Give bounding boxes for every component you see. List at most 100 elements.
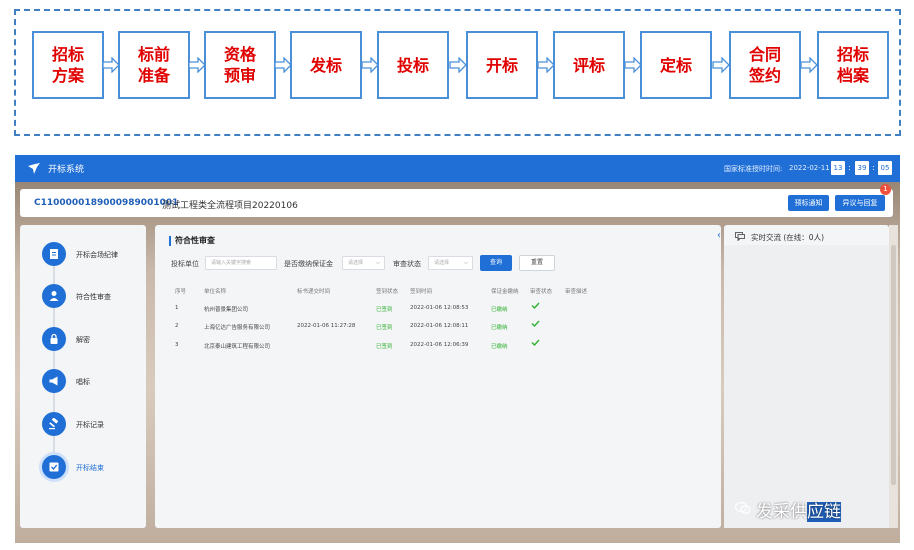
table-header: 审查描述 <box>565 289 588 295</box>
unit-search-input[interactable]: 请输入关键字搜索 <box>205 256 277 270</box>
clock-date: 2022-02-11 <box>789 164 830 172</box>
sidebar-item[interactable]: 开标记录 <box>20 410 146 440</box>
sidebar-item[interactable]: 唱标 <box>20 367 146 397</box>
gavel-icon <box>42 412 66 436</box>
sidebar-item-label: 开标结束 <box>76 464 104 472</box>
flow-step: 招标 档案 <box>817 31 889 99</box>
table-cell: 2022-01-06 12:06:39 <box>410 342 469 348</box>
table-header: 保证金缴纳 <box>491 289 519 295</box>
chat-title: 实时交流 (在线：0人) <box>751 233 825 242</box>
watermark: 发采供应链 <box>729 495 885 522</box>
objection-reply-button[interactable]: 异议与回复 <box>835 195 885 211</box>
bid-opening-app: 开标系统 国家标准授时时间: 2022-02-11 13 : 39 : 05 C… <box>15 155 900 543</box>
wechat-logo-icon <box>735 501 751 514</box>
table-cell: 已签到 <box>376 307 393 313</box>
flow-step: 发标 <box>290 31 362 99</box>
chat-bubble-icon <box>735 232 745 241</box>
person-icon <box>42 284 66 308</box>
table-header: 签到状态 <box>376 289 399 295</box>
watermark-text: 发采供应链 <box>756 497 841 522</box>
flow-step: 开标 <box>466 31 538 99</box>
scrollbar-thumb[interactable] <box>891 245 896 485</box>
deposit-filter-label: 是否缴纳保证金 <box>284 260 333 268</box>
compliance-review-panel: 符合性审查 投标单位 请输入关键字搜索 是否缴纳保证金 请选择 ⌵ 审查状态 请… <box>155 225 721 528</box>
checkbox-icon <box>42 455 66 479</box>
flow-arrow-icon <box>360 57 379 73</box>
flow-step: 定标 <box>640 31 712 99</box>
sidebar-item-label: 符合性审查 <box>76 293 111 301</box>
table-cell: 3 <box>175 342 179 348</box>
table-header: 标书递交时间 <box>297 289 331 295</box>
table-cell: 1 <box>175 305 179 311</box>
table-cell: 2022-01-06 12:08:53 <box>410 305 469 311</box>
watermark-highlight: 应链 <box>807 502 841 522</box>
table-header: 审查状态 <box>530 289 553 295</box>
flow-arrow-icon <box>536 57 555 73</box>
status-filter-label: 审查状态 <box>393 260 421 268</box>
bird-logo-icon <box>28 163 40 174</box>
project-name: 测试工程类全流程项目20220106 <box>162 201 298 211</box>
app-title: 开标系统 <box>48 165 85 175</box>
query-button[interactable]: 查询 <box>480 255 512 271</box>
table-cell: 已缴纳 <box>491 307 508 313</box>
top-bar: 开标系统 国家标准授时时间: 2022-02-11 13 : 39 : 05 <box>15 155 900 182</box>
flow-arrow-icon <box>623 57 642 73</box>
clock-minute: 39 <box>855 161 869 175</box>
notification-badge: 1 <box>880 184 891 195</box>
flow-arrow-icon <box>711 57 730 73</box>
clock-separator: : <box>848 163 851 172</box>
table-cell: 已缴纳 <box>491 344 508 350</box>
sidebar-item[interactable]: 开标会场纪律 <box>20 240 146 270</box>
clock-separator: : <box>872 163 875 172</box>
megaphone-icon <box>42 369 66 393</box>
deposit-select[interactable]: 请选择 ⌵ <box>342 256 385 270</box>
chat-messages <box>724 245 889 528</box>
deposit-select-value: 请选择 <box>348 260 364 266</box>
checkmark-icon <box>531 320 540 327</box>
table-cell: 2 <box>175 323 179 329</box>
table-cell: 2022-01-06 11:27:28 <box>297 323 356 329</box>
status-select[interactable]: 请选择 ⌵ <box>428 256 473 270</box>
flow-step: 招标 方案 <box>32 31 104 99</box>
clock-hour: 13 <box>831 161 845 175</box>
table-header: 签到时间 <box>410 289 433 295</box>
unit-filter-label: 投标单位 <box>171 260 199 268</box>
table-cell: 已缴纳 <box>491 325 508 331</box>
sidebar-item[interactable]: 开标结束 <box>20 453 146 483</box>
flow-arrow-icon <box>448 57 467 73</box>
chevron-down-icon: ⌵ <box>375 259 380 266</box>
status-select-value: 请选择 <box>434 260 450 266</box>
flow-arrow-icon <box>800 57 818 73</box>
flow-step: 合同 签约 <box>729 31 801 99</box>
table-cell: 上海亿达广告服务有限公司 <box>204 325 271 331</box>
table-cell: 已签到 <box>376 325 393 331</box>
reset-button[interactable]: 重置 <box>519 255 555 271</box>
table-cell: 已签到 <box>376 344 393 350</box>
table-cell: 2022-01-06 12:08:11 <box>410 323 469 329</box>
section-title: 符合性审查 <box>175 236 215 245</box>
checkmark-icon <box>531 302 540 309</box>
chevron-down-icon: ⌵ <box>463 259 468 266</box>
sidebar-item[interactable]: 解密 <box>20 325 146 355</box>
collapse-arrow-icon[interactable]: ‹ <box>717 230 721 241</box>
section-marker <box>169 236 171 246</box>
chat-panel: ‹ 实时交流 (在线：0人) <box>717 225 889 528</box>
document-icon <box>42 242 66 266</box>
lock-icon <box>42 327 66 351</box>
flow-step: 评标 <box>553 31 625 99</box>
table-cell: 北京泰山建筑工程有限公司 <box>204 344 271 350</box>
flow-step: 投标 <box>377 31 449 99</box>
clock-second: 05 <box>878 161 892 175</box>
clock-label: 国家标准授时时间: <box>724 165 783 173</box>
table-header: 序号 <box>175 289 187 295</box>
process-sidebar: 开标会场纪律 符合性审查解密唱标开标记录开标结束 <box>20 225 146 528</box>
sidebar-item-label: 开标会场纪律 <box>76 251 118 259</box>
sidebar-item-label: 解密 <box>76 336 90 344</box>
table-cell: 杭州普景集团公司 <box>204 307 249 313</box>
watermark-prefix: 发采供 <box>756 502 807 522</box>
project-code: C1100000189000989001001 <box>34 198 179 208</box>
sidebar-item[interactable]: 符合性审查 <box>20 282 146 312</box>
notice-button[interactable]: 预标通知 <box>788 195 829 211</box>
chat-header: ‹ 实时交流 (在线：0人) <box>717 225 889 245</box>
project-bar: C1100000189000989001001 测试工程类全流程项目202201… <box>20 189 893 217</box>
